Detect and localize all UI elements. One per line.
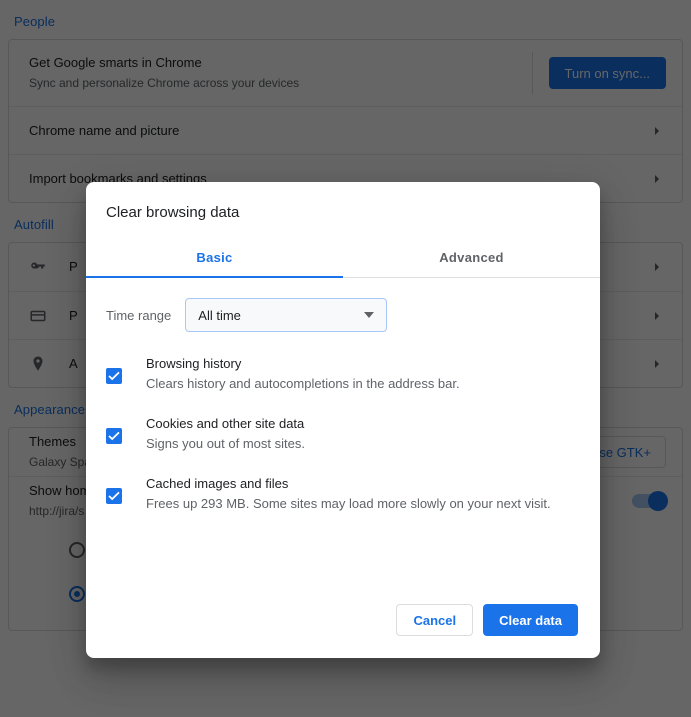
checkbox-item-cached-images: Cached images and files Frees up 293 MB.… bbox=[106, 474, 576, 514]
time-range-value: All time bbox=[198, 307, 241, 323]
clear-browsing-data-dialog: Clear browsing data Basic Advanced Time … bbox=[86, 182, 600, 658]
checkbox-title: Cached images and files bbox=[146, 476, 289, 491]
checkbox-text-cached-images: Cached images and files Frees up 293 MB.… bbox=[146, 474, 576, 514]
checkbox-cookies-and-site-data[interactable] bbox=[106, 428, 122, 444]
tab-basic[interactable]: Basic bbox=[86, 240, 343, 277]
checkbox-subtitle: Signs you out of most sites. bbox=[146, 436, 305, 451]
checkbox-text-cookies: Cookies and other site data Signs you ou… bbox=[146, 414, 576, 454]
checkbox-item-cookies: Cookies and other site data Signs you ou… bbox=[106, 414, 576, 454]
dialog-footer: Cancel Clear data bbox=[86, 604, 600, 658]
checkbox-title: Cookies and other site data bbox=[146, 416, 305, 431]
tab-advanced[interactable]: Advanced bbox=[343, 240, 600, 277]
dialog-body: Time range All time Browsing history Cle… bbox=[86, 278, 600, 604]
checkbox-item-browsing-history: Browsing history Clears history and auto… bbox=[106, 354, 576, 394]
time-range-row: Time range All time bbox=[106, 298, 576, 332]
active-tab-indicator bbox=[86, 276, 343, 278]
checkbox-text-browsing-history: Browsing history Clears history and auto… bbox=[146, 354, 576, 394]
cancel-button[interactable]: Cancel bbox=[396, 604, 474, 636]
checkbox-cached-images-and-files[interactable] bbox=[106, 488, 122, 504]
dialog-tabs: Basic Advanced bbox=[86, 240, 600, 278]
checkbox-subtitle: Clears history and autocompletions in th… bbox=[146, 376, 460, 391]
dialog-title: Clear browsing data bbox=[106, 204, 240, 221]
checkbox-title: Browsing history bbox=[146, 356, 242, 371]
clear-data-button[interactable]: Clear data bbox=[483, 604, 578, 636]
time-range-label: Time range bbox=[106, 307, 172, 323]
time-range-select[interactable]: All time bbox=[185, 298, 388, 332]
checkbox-subtitle: Frees up 293 MB. Some sites may load mor… bbox=[146, 496, 551, 511]
chevron-down-icon bbox=[364, 312, 375, 318]
checkbox-browsing-history[interactable] bbox=[106, 368, 122, 384]
